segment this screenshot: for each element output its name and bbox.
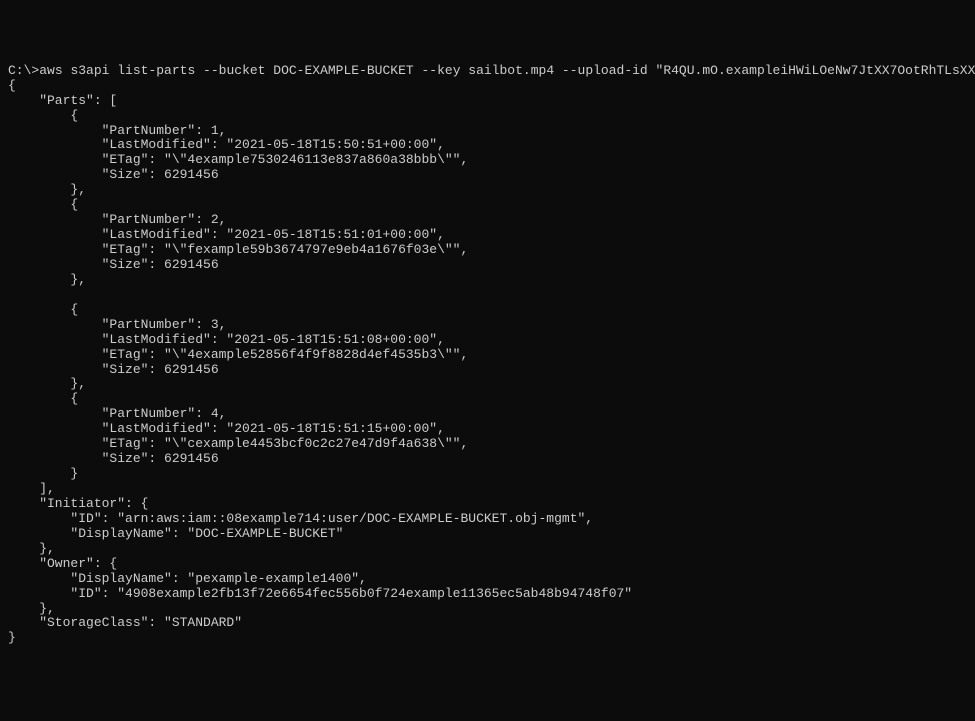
part-close: }, xyxy=(8,376,86,391)
part-open: { xyxy=(8,197,78,212)
command-executable: aws xyxy=(39,63,62,78)
part-number: "PartNumber": 4, xyxy=(8,406,226,421)
json-output: { "Parts": [ { "PartNumber": 1, "LastMod… xyxy=(8,78,632,646)
part-close: }, xyxy=(8,272,86,287)
part-open: { xyxy=(8,391,78,406)
storage-class: "StorageClass": "STANDARD" xyxy=(8,615,242,630)
part-close: }, xyxy=(8,182,86,197)
part-lastmodified: "LastModified": "2021-05-18T15:50:51+00:… xyxy=(8,137,445,152)
command-prompt: C:\>aws s3api list-parts --bucket DOC-EX… xyxy=(8,63,975,78)
part-etag: "ETag": "\"4example7530246113e837a860a38… xyxy=(8,152,468,167)
owner-displayname: "DisplayName": "pexample-example1400", xyxy=(8,571,367,586)
part-lastmodified: "LastModified": "2021-05-18T15:51:08+00:… xyxy=(8,332,445,347)
part-open: { xyxy=(8,108,78,123)
initiator-open: "Initiator": { xyxy=(8,496,148,511)
part-size: "Size": 6291456 xyxy=(8,451,219,466)
part-lastmodified: "LastModified": "2021-05-18T15:51:01+00:… xyxy=(8,227,445,242)
part-close: } xyxy=(8,466,78,481)
part-lastmodified: "LastModified": "2021-05-18T15:51:15+00:… xyxy=(8,421,445,436)
owner-open: "Owner": { xyxy=(8,556,117,571)
part-size: "Size": 6291456 xyxy=(8,362,219,377)
parts-key: "Parts": [ xyxy=(8,93,117,108)
part-etag: "ETag": "\"cexample4453bcf0c2c27e47d9f4a… xyxy=(8,436,468,451)
part-open: { xyxy=(8,302,78,317)
part-number: "PartNumber": 1, xyxy=(8,123,226,138)
part-number: "PartNumber": 3, xyxy=(8,317,226,332)
json-close-brace: } xyxy=(8,630,16,645)
initiator-displayname: "DisplayName": "DOC-EXAMPLE-BUCKET" xyxy=(8,526,343,541)
terminal-output[interactable]: C:\>aws s3api list-parts --bucket DOC-EX… xyxy=(8,64,967,647)
parts-close: ], xyxy=(8,481,55,496)
initiator-close: }, xyxy=(8,541,55,556)
part-etag: "ETag": "\"4example52856f4f9f8828d4ef453… xyxy=(8,347,468,362)
prompt-text: C:\> xyxy=(8,63,39,78)
owner-close: }, xyxy=(8,601,55,616)
command-args: s3api list-parts --bucket DOC-EXAMPLE-BU… xyxy=(70,63,975,78)
part-number: "PartNumber": 2, xyxy=(8,212,226,227)
part-size: "Size": 6291456 xyxy=(8,257,219,272)
part-size: "Size": 6291456 xyxy=(8,167,219,182)
json-open-brace: { xyxy=(8,78,16,93)
owner-id: "ID": "4908example2fb13f72e6654fec556b0f… xyxy=(8,586,632,601)
initiator-id: "ID": "arn:aws:iam::08example714:user/DO… xyxy=(8,511,593,526)
part-etag: "ETag": "\"fexample59b3674797e9eb4a1676f… xyxy=(8,242,468,257)
